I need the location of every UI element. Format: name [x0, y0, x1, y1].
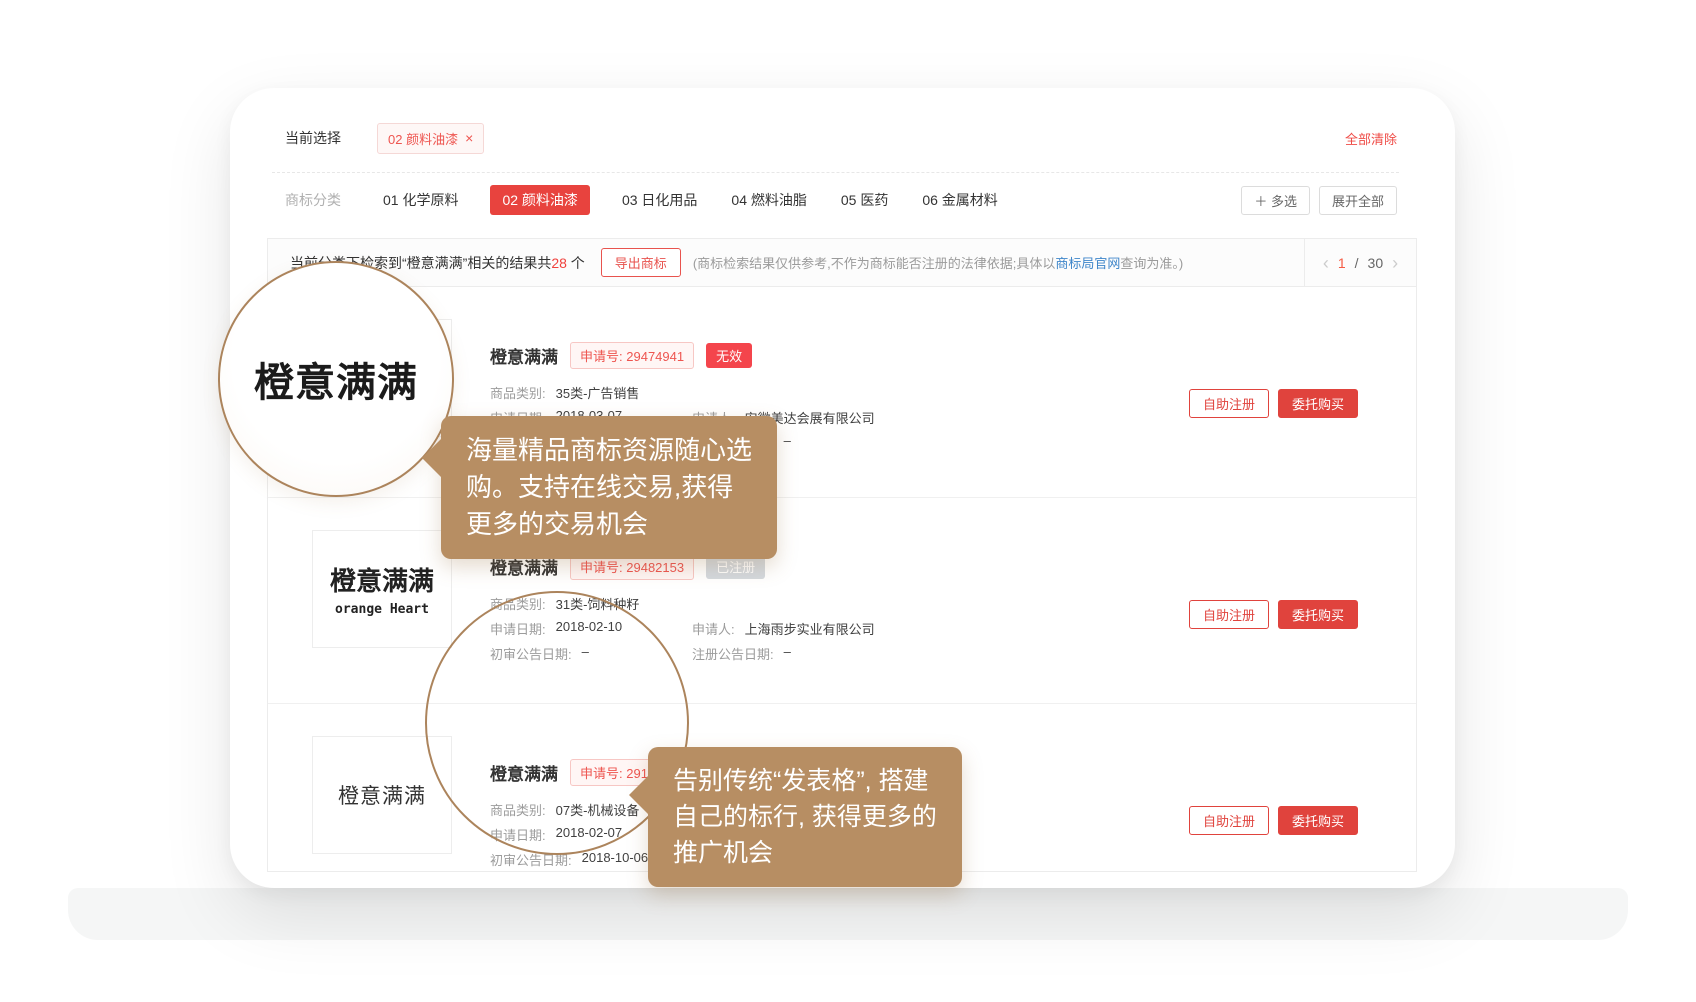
- results-header: 当前分类下检索到“橙意满满”相关的结果共28 个 导出商标 (商标检索结果仅供参…: [268, 239, 1416, 287]
- disclaimer-pre: (商标检索结果仅供参考,不作为商标能否注册的法律依据;具体以: [693, 256, 1056, 271]
- category-bar: 商标分类 01 化学原料 02 颜料油漆 03 日化用品 04 燃料油脂 05 …: [285, 182, 1397, 218]
- tab-02-paint-active[interactable]: 02 颜料油漆: [490, 185, 589, 215]
- selected-filter-tag-label: 02 颜料油漆: [388, 129, 458, 148]
- tooltip-line: 海量精品商标资源随心选: [466, 432, 752, 469]
- page-divider: /: [1355, 255, 1359, 271]
- category-actions: ＋ 多选 展开全部: [1241, 186, 1397, 215]
- tab-03-daily-chemical[interactable]: 03 日化用品: [620, 185, 699, 215]
- first-trial-value: 2018-10-06: [582, 850, 649, 869]
- applicant-value: 上海雨步实业有限公司: [745, 619, 875, 638]
- expand-all-button[interactable]: 展开全部: [1319, 186, 1397, 215]
- multi-select-button[interactable]: ＋ 多选: [1241, 186, 1310, 215]
- disclaimer-post: 查询为准。): [1120, 256, 1183, 271]
- next-page-icon[interactable]: ›: [1392, 254, 1398, 272]
- self-register-button[interactable]: 自助注册: [1189, 806, 1269, 835]
- category-label: 商标分类: [285, 190, 341, 210]
- row-actions: 自助注册 委托购买: [1189, 806, 1358, 835]
- filter-label: 当前选择: [285, 128, 341, 148]
- export-trademark-button[interactable]: 导出商标: [601, 248, 681, 277]
- official-site-link[interactable]: 商标局官网: [1055, 256, 1120, 271]
- application-number-value: 29482153: [626, 560, 684, 575]
- thumbnail-main-text: 橙意满满: [330, 561, 434, 598]
- filter-bar: 当前选择 02 颜料油漆 × 全部清除: [285, 122, 1397, 154]
- application-number-label: 申请号:: [580, 349, 623, 364]
- tooltip-line: 自己的标行, 获得更多的: [673, 799, 937, 835]
- divider: [272, 172, 1399, 173]
- category-field-label: 商品类别:: [490, 383, 546, 402]
- category-field-value: 35类-广告销售: [556, 383, 640, 402]
- prev-page-icon[interactable]: ‹: [1323, 254, 1329, 272]
- thumbnail-sub-text: orange Heart: [335, 602, 429, 617]
- thumbnail-main-text: 橙意满满: [338, 780, 426, 810]
- application-number-tag: 申请号: 29474941: [570, 342, 694, 369]
- page-current: 1: [1338, 255, 1346, 271]
- entrust-buy-button[interactable]: 委托购买: [1278, 389, 1358, 418]
- tooltip-bubble-marketplace: 海量精品商标资源随心选 购。支持在线交易,获得 更多的交易机会: [441, 416, 777, 559]
- tooltip-line: 更多的交易机会: [466, 506, 752, 543]
- summary-suffix: 个: [567, 255, 585, 271]
- laptop-base: [68, 888, 1628, 940]
- tooltip-line: 告别传统“发表格”, 搭建: [673, 763, 937, 799]
- disclaimer: (商标检索结果仅供参考,不作为商标能否注册的法律依据;具体以商标局官网查询为准。…: [693, 253, 1183, 272]
- reg-announce-label: 注册公告日期:: [692, 644, 774, 663]
- reg-announce-value: –: [784, 433, 791, 452]
- entrust-buy-button[interactable]: 委托购买: [1278, 806, 1358, 835]
- magnified-trademark-text: 橙意满满: [254, 350, 418, 408]
- tooltip-line: 购。支持在线交易,获得: [466, 469, 752, 506]
- magnifier-circle: 橙意满满: [218, 261, 454, 497]
- tab-05-medicine[interactable]: 05 医药: [839, 185, 890, 215]
- application-number-label: 申请号:: [580, 560, 623, 575]
- clear-all-link[interactable]: 全部清除: [1345, 129, 1397, 148]
- self-register-button[interactable]: 自助注册: [1189, 600, 1269, 629]
- page: 当前选择 02 颜料油漆 × 全部清除 商标分类 01 化学原料 02 颜料油漆…: [0, 0, 1696, 1002]
- reg-announce-value: –: [784, 644, 791, 663]
- tab-01-chemical[interactable]: 01 化学原料: [381, 185, 460, 215]
- selected-filter-tag[interactable]: 02 颜料油漆 ×: [377, 123, 484, 154]
- tooltip-bubble-promotion: 告别传统“发表格”, 搭建 自己的标行, 获得更多的 推广机会: [648, 747, 962, 887]
- tooltip-line: 推广机会: [673, 835, 937, 871]
- pagination: ‹ 1 / 30 ›: [1304, 239, 1416, 286]
- row-actions: 自助注册 委托购买: [1189, 389, 1358, 418]
- tab-06-metal[interactable]: 06 金属材料: [920, 185, 999, 215]
- entrust-buy-button[interactable]: 委托购买: [1278, 600, 1358, 629]
- self-register-button[interactable]: 自助注册: [1189, 389, 1269, 418]
- applicant-label: 申请人:: [692, 619, 735, 638]
- status-badge: 无效: [706, 343, 752, 368]
- trademark-name: 橙意满满: [490, 343, 558, 368]
- trademark-thumbnail: 橙意满满 orange Heart: [312, 530, 452, 648]
- category-tabs: 01 化学原料 02 颜料油漆 03 日化用品 04 燃料油脂 05 医药 06…: [381, 185, 1000, 215]
- application-number-value: 29474941: [626, 349, 684, 364]
- close-icon[interactable]: ×: [465, 131, 473, 145]
- result-count: 28: [551, 255, 567, 271]
- title-line: 橙意满满 申请号: 29474941 无效: [490, 344, 875, 366]
- meta-line: 商品类别: 35类-广告销售: [490, 380, 875, 405]
- page-total: 30: [1368, 255, 1384, 271]
- tab-04-fuel[interactable]: 04 燃料油脂: [729, 185, 808, 215]
- row-actions: 自助注册 委托购买: [1189, 600, 1358, 629]
